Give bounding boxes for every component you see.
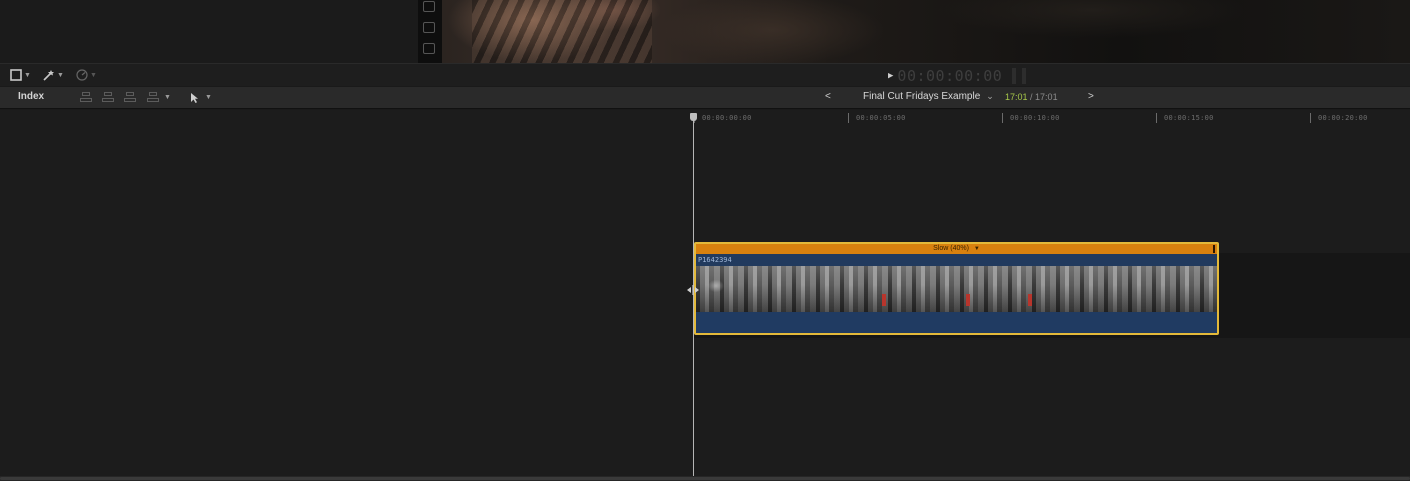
magic-wand-icon <box>43 70 54 81</box>
clip-filmstrip <box>696 266 1217 312</box>
ruler-label: 00:00:05:00 <box>856 114 906 122</box>
index-button[interactable]: Index <box>18 91 44 102</box>
current-time: 17:01 <box>1005 92 1028 102</box>
chevron-down-icon[interactable]: ▼ <box>205 94 212 101</box>
total-time: 17:01 <box>1035 92 1058 102</box>
filmstrip-detail <box>1028 294 1032 306</box>
clip-audio-band <box>696 312 1217 333</box>
sequence-title[interactable]: Final Cut Fridays Example ⌄ <box>863 91 994 102</box>
filmstrip-detail <box>882 294 886 306</box>
timecode-display[interactable]: ▶ 00:00:00:00 <box>888 67 1027 85</box>
viewer-frame <box>442 0 1410 63</box>
sequence-title-label: Final Cut Fridays Example <box>863 91 981 102</box>
timecode-value: 00:00:00:00 <box>897 67 1003 85</box>
filmstrip-detail <box>966 294 970 306</box>
timeline-toolbar: Index ▼ ▼ < Final Cut Fridays Example ⌄ … <box>0 87 1410 109</box>
viewer-toolbar: ▼ ▼ ▼ ▶ 00:00:00:00 <box>0 63 1410 86</box>
filmstrip-shading <box>696 266 1217 312</box>
play-icon[interactable]: ▶ <box>888 71 893 81</box>
timeline-ruler[interactable]: 00:00:00:00 00:00:05:00 00:00:10:00 00:0… <box>0 110 1410 124</box>
retime-button[interactable]: ▼ <box>76 68 97 82</box>
retime-handle[interactable] <box>1213 245 1215 253</box>
chevron-down-icon: ▼ <box>57 71 64 79</box>
chevron-down-icon[interactable]: ▼ <box>164 94 171 101</box>
time-separator: / <box>1027 92 1036 102</box>
speedometer-icon <box>76 69 88 81</box>
clip-appearance-button[interactable]: ▼ <box>10 68 31 82</box>
ruler-tick <box>1310 113 1311 123</box>
scrollbar-thumb[interactable] <box>0 477 1410 480</box>
ruler-label: 00:00:00:00 <box>702 114 752 122</box>
ruler-label: 00:00:15:00 <box>1164 114 1214 122</box>
viewer-area <box>0 0 1410 63</box>
chevron-down-icon[interactable]: ▼ <box>974 246 980 252</box>
strip-square-icon[interactable] <box>423 1 435 12</box>
viewer-side-strip <box>418 0 442 63</box>
history-forward-button[interactable]: > <box>1088 91 1094 102</box>
playhead-handle[interactable] <box>690 113 697 121</box>
strip-square-icon[interactable] <box>423 22 435 33</box>
playhead-line[interactable] <box>693 118 694 481</box>
horizontal-scrollbar[interactable] <box>0 476 1410 481</box>
select-tool-icon[interactable] <box>190 92 199 104</box>
ruler-label: 00:00:10:00 <box>1010 114 1060 122</box>
effects-button[interactable]: ▼ <box>42 68 64 82</box>
insert-clip-icon[interactable] <box>102 92 114 103</box>
trim-cursor-icon <box>687 285 699 295</box>
chevron-down-icon: ⌄ <box>986 91 994 101</box>
retime-bar[interactable]: Slow (40%) ▼ <box>696 244 1217 254</box>
retime-label: Slow (40%) <box>933 245 969 252</box>
overwrite-clip-icon[interactable] <box>147 92 159 103</box>
viewer-image-detail <box>472 0 652 63</box>
viewer-left-panel <box>0 0 418 63</box>
timeline[interactable]: 00:00:00:00 00:00:05:00 00:00:10:00 00:0… <box>0 110 1410 481</box>
append-clip-icon[interactable] <box>124 92 136 103</box>
clip-name: P1642394 <box>698 256 732 264</box>
ruler-tick <box>1156 113 1157 123</box>
chevron-down-icon: ▼ <box>24 71 31 79</box>
history-back-button[interactable]: < <box>825 91 831 102</box>
ruler-tick <box>1002 113 1003 123</box>
strip-square-icon[interactable] <box>423 43 435 54</box>
chevron-down-icon: ▼ <box>90 71 97 79</box>
ruler-label: 00:00:20:00 <box>1318 114 1368 122</box>
pause-icon[interactable] <box>1012 68 1027 84</box>
clip-appearance-icon <box>10 69 22 81</box>
ruler-tick <box>848 113 849 123</box>
connect-clip-icon[interactable] <box>80 92 92 103</box>
video-clip[interactable]: Slow (40%) ▼ P1642394 <box>694 242 1219 335</box>
sequence-duration: 17:01 / 17:01 <box>1005 92 1058 102</box>
